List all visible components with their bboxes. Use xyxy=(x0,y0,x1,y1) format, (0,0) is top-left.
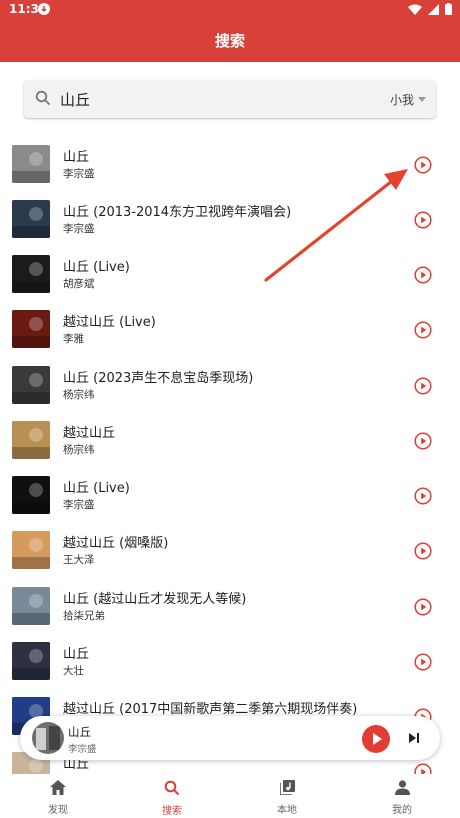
bottom-navigation: 发现 搜索 本地 我的 xyxy=(0,774,460,818)
song-artist: 李宗盛 xyxy=(63,223,95,235)
mini-play-button[interactable] xyxy=(362,725,390,753)
song-title: 山丘 (2023声生不息宝岛季现场) xyxy=(63,371,254,386)
nav-tab-local[interactable]: 本地 xyxy=(257,780,317,816)
album-cover xyxy=(12,476,50,514)
song-artist: 李宗盛 xyxy=(63,499,95,511)
result-row[interactable]: 山丘 (越过山丘才发现无人等候) 拾柒兄弟 xyxy=(0,587,460,642)
song-title: 山丘 (Live) xyxy=(63,260,130,275)
play-circle-icon xyxy=(414,432,432,450)
play-button[interactable] xyxy=(414,321,432,339)
album-cover xyxy=(12,366,50,404)
result-row[interactable]: 越过山丘 杨宗纬 xyxy=(0,421,460,476)
album-cover xyxy=(12,145,50,183)
mini-player-title: 山丘 xyxy=(68,725,91,739)
result-row[interactable]: 越过山丘 (Live) 李雅 xyxy=(0,310,460,365)
play-circle-icon xyxy=(414,266,432,284)
song-artist: 拾柒兄弟 xyxy=(63,610,105,622)
search-icon xyxy=(164,780,180,796)
song-title: 越过山丘 (烟嗓版) xyxy=(63,536,169,551)
play-circle-icon xyxy=(414,211,432,229)
song-artist: 杨宗纬 xyxy=(63,389,95,401)
song-artist: 李雅 xyxy=(63,333,84,345)
song-title: 越过山丘 (Live) xyxy=(63,315,156,330)
app-bar: 11:38 搜索 xyxy=(0,0,460,62)
play-button[interactable] xyxy=(414,598,432,616)
album-cover xyxy=(12,587,50,625)
music-library-icon xyxy=(278,780,295,796)
play-circle-icon xyxy=(414,321,432,339)
song-artist: 杨宗纬 xyxy=(63,444,95,456)
play-button[interactable] xyxy=(414,653,432,671)
song-title: 山丘 (越过山丘才发现无人等候) xyxy=(63,592,247,607)
mini-player[interactable]: 山丘 李宗盛 xyxy=(20,716,440,760)
battery-icon xyxy=(445,3,452,15)
play-button[interactable] xyxy=(414,156,432,174)
nav-label: 搜索 xyxy=(162,806,182,817)
result-row[interactable]: 山丘 李宗盛 xyxy=(0,145,460,200)
song-artist: 大壮 xyxy=(63,665,84,677)
result-row[interactable]: 山丘 (2023声生不息宝岛季现场) 杨宗纬 xyxy=(0,366,460,421)
play-button[interactable] xyxy=(414,266,432,284)
play-button[interactable] xyxy=(414,211,432,229)
nav-tab-discover[interactable]: 发现 xyxy=(28,780,88,816)
play-circle-icon xyxy=(414,487,432,505)
album-cover xyxy=(12,531,50,569)
play-button[interactable] xyxy=(414,487,432,505)
play-circle-icon xyxy=(414,653,432,671)
search-input[interactable]: 山丘 xyxy=(60,89,90,110)
person-icon xyxy=(394,780,410,795)
song-artist: 王大泽 xyxy=(63,554,95,566)
source-label: 小我 xyxy=(389,93,414,107)
status-bar: 11:38 xyxy=(0,0,460,20)
wifi-icon xyxy=(408,4,422,15)
album-cover xyxy=(12,200,50,238)
search-bar[interactable]: 山丘 小我 xyxy=(24,80,436,118)
nav-label: 发现 xyxy=(48,805,68,816)
play-button[interactable] xyxy=(414,542,432,560)
song-title: 山丘 xyxy=(63,647,90,662)
play-button[interactable] xyxy=(414,432,432,450)
nav-tab-mine[interactable]: 我的 xyxy=(372,780,432,816)
play-circle-icon xyxy=(414,156,432,174)
result-row[interactable]: 山丘 大壮 xyxy=(0,642,460,697)
result-row[interactable]: 山丘 (2013-2014东方卫视跨年演唱会) 李宗盛 xyxy=(0,200,460,255)
album-cover xyxy=(12,255,50,293)
song-title: 山丘 (Live) xyxy=(63,481,130,496)
result-row[interactable]: 山丘 (Live) 胡彦斌 xyxy=(0,255,460,310)
album-cover xyxy=(12,310,50,348)
dropdown-arrow-icon xyxy=(418,97,426,102)
mini-player-artist: 李宗盛 xyxy=(68,744,97,755)
result-row[interactable]: 山丘 (Live) 李宗盛 xyxy=(0,476,460,531)
song-title: 山丘 (2013-2014东方卫视跨年演唱会) xyxy=(63,205,292,220)
next-track-icon[interactable] xyxy=(407,731,421,745)
download-notification-icon xyxy=(38,3,50,15)
song-artist: 胡彦斌 xyxy=(63,278,95,290)
song-artist: 李宗盛 xyxy=(63,168,95,180)
song-title: 越过山丘 (2017中国新歌声第二季第六期现场伴奏) xyxy=(63,702,358,717)
play-circle-icon xyxy=(414,542,432,560)
album-cover xyxy=(12,421,50,459)
source-selector[interactable]: 小我 xyxy=(390,91,426,108)
nav-label: 本地 xyxy=(277,805,297,816)
play-button[interactable] xyxy=(414,377,432,395)
home-icon xyxy=(50,780,66,795)
play-circle-icon xyxy=(414,598,432,616)
song-title: 越过山丘 xyxy=(63,426,116,441)
play-icon xyxy=(373,733,382,745)
play-circle-icon xyxy=(414,377,432,395)
nav-tab-search[interactable]: 搜索 xyxy=(142,780,202,817)
result-row[interactable]: 越过山丘 (烟嗓版) 王大泽 xyxy=(0,531,460,586)
album-cover xyxy=(12,642,50,680)
page-title: 搜索 xyxy=(214,32,245,50)
song-title: 山丘 xyxy=(63,150,90,165)
search-icon xyxy=(35,90,51,106)
mini-player-cover xyxy=(32,722,64,754)
signal-icon xyxy=(428,3,439,15)
nav-label: 我的 xyxy=(392,805,412,816)
search-results-list[interactable]: 山丘 李宗盛 山丘 (2013-2014东方卫视跨年演唱会) 李宗盛 山丘 (Live)… xyxy=(0,135,460,775)
